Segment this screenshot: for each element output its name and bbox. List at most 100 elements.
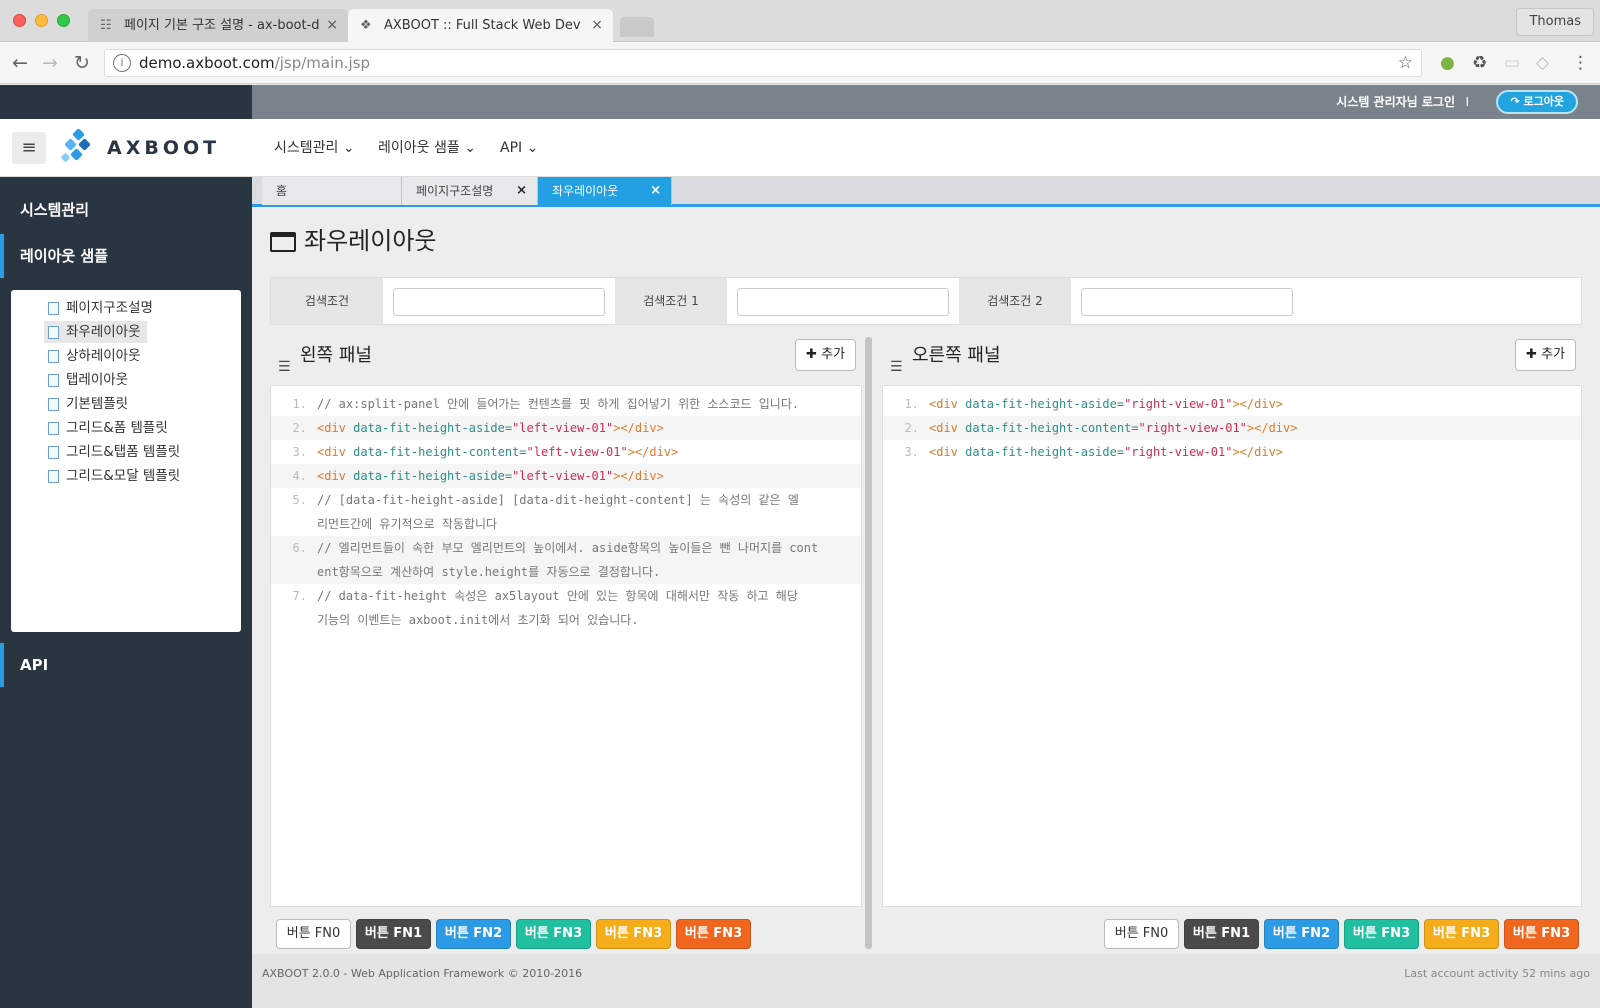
tab-lr-layout[interactable]: 좌우레이아웃 × xyxy=(538,177,672,205)
code-comment: 기능의 이벤트는 axboot.init에서 초기화 되어 있습니다. xyxy=(317,613,639,627)
page-title-text: 좌우레이아웃 xyxy=(304,227,437,255)
fn2-button[interactable]: 버튼 FN2 xyxy=(436,919,511,949)
search-input[interactable] xyxy=(393,288,605,316)
chevron-down-icon: ⌄ xyxy=(342,140,355,156)
puzzle-extension-icon[interactable]: ◇ xyxy=(1536,52,1549,74)
tree-item-lr-layout[interactable]: 좌우레이아웃 xyxy=(44,321,147,343)
forward-arrow-icon[interactable]: → xyxy=(42,52,58,74)
chevron-down-icon: ⌄ xyxy=(464,140,476,156)
android-extension-icon[interactable]: ● xyxy=(1440,52,1455,74)
fn0-button[interactable]: 버튼 FN0 xyxy=(1104,919,1179,949)
profile-button[interactable]: Thomas xyxy=(1516,8,1594,36)
code-tag: ></div> xyxy=(1246,421,1298,435)
tab-page-structure[interactable]: 페이지구조설명 × xyxy=(402,177,538,205)
code-line: 1. <div data-fit-height-aside="right-view… xyxy=(883,392,1581,416)
close-tab-icon[interactable]: × xyxy=(326,9,338,42)
info-icon[interactable]: i xyxy=(113,54,131,72)
fn3-button[interactable]: 버튼 FN3 xyxy=(1344,919,1419,949)
top-menu-api[interactable]: API ⌄ xyxy=(500,119,538,177)
tree-item-grid-tabform[interactable]: 그리드&탭폼 템플릿 xyxy=(44,441,180,463)
search-input[interactable] xyxy=(1081,288,1293,316)
code-attr: data-fit-height-aside= xyxy=(957,445,1125,459)
logo-text: AXBOOT xyxy=(107,137,221,159)
recycle-extension-icon[interactable]: ♻ xyxy=(1472,52,1487,74)
close-icon[interactable]: × xyxy=(650,177,661,205)
fn3-button[interactable]: 버튼 FN3 xyxy=(516,919,591,949)
code-line: 3. <div data-fit-height-aside="right-view… xyxy=(883,440,1581,464)
sidebar-group-system[interactable]: 시스템관리 xyxy=(0,188,252,232)
sidebar-group-layout[interactable]: 레이아웃 샘플 xyxy=(0,234,252,278)
file-icon xyxy=(48,422,59,435)
fn0-button[interactable]: 버튼 FN0 xyxy=(276,919,351,949)
bookmark-star-icon[interactable]: ☆ xyxy=(1398,50,1413,76)
hamburger-menu-icon[interactable]: ≡ xyxy=(12,132,46,164)
tree-item-tb-layout[interactable]: 상하레이아웃 xyxy=(44,345,141,367)
tree-item-label: 기본템플릿 xyxy=(66,396,129,412)
code-attr: data-fit-height-content= xyxy=(345,445,527,459)
tree-item-grid-form[interactable]: 그리드&폼 템플릿 xyxy=(44,417,168,439)
browser-tab-axboot[interactable]: ❖ AXBOOT :: Full Stack Web Dev × xyxy=(348,9,613,42)
fn3-button-yellow[interactable]: 버튼 FN3 xyxy=(1424,919,1499,949)
search-input[interactable] xyxy=(737,288,949,316)
fn3-button-orange[interactable]: 버튼 FN3 xyxy=(1504,919,1579,949)
add-button[interactable]: ✚ 추가 xyxy=(1515,339,1576,371)
url-field[interactable]: i demo.axboot.com/jsp/main.jsp ☆ xyxy=(104,49,1422,77)
tab-home[interactable]: 홈 xyxy=(262,177,402,205)
split-handle[interactable] xyxy=(865,337,872,949)
tree-item-tab-layout[interactable]: 탭레이아웃 xyxy=(44,369,128,391)
tree-item-label: 그리드&탭폼 템플릿 xyxy=(66,444,181,460)
logout-button[interactable]: ↷ 로그아웃 xyxy=(1496,90,1578,114)
menu-dots-icon[interactable]: ⋮ xyxy=(1572,52,1589,74)
tree-item-label: 상하레이아웃 xyxy=(66,348,141,364)
search-label: 검색조건 xyxy=(271,278,383,324)
tree-item-label: 좌우레이아웃 xyxy=(66,324,141,340)
book-icon: ☷ xyxy=(100,18,112,33)
maximize-window-icon[interactable] xyxy=(57,14,70,27)
panel-title: ☰ 오른쪽 패널 xyxy=(890,337,1001,375)
tree-item-basic-template[interactable]: 기본템플릿 xyxy=(44,393,128,415)
footer-copyright: AXBOOT 2.0.0 - Web Application Framework… xyxy=(262,967,583,980)
tree-item-grid-modal[interactable]: 그리드&모달 템플릿 xyxy=(44,465,180,487)
sidebar-group-api[interactable]: API xyxy=(0,643,252,687)
fn3-button-yellow[interactable]: 버튼 FN3 xyxy=(596,919,671,949)
code-line: 7. // data-fit-height 속성은 ax5layout 안에 있는… xyxy=(271,584,861,632)
close-icon[interactable]: × xyxy=(516,177,527,205)
code-block: 1. <div data-fit-height-aside="right-view… xyxy=(882,385,1582,907)
tree-item-page-structure[interactable]: 페이지구조설명 xyxy=(44,297,153,319)
file-icon xyxy=(48,350,59,363)
tree-item-label: 탭레이아웃 xyxy=(66,372,129,388)
top-menu-label: 레이아웃 샘플 xyxy=(378,140,460,156)
code-tag: <div xyxy=(929,445,958,459)
code-comment: // ax:split-panel 안에 들어가는 컨텐츠를 핏 하게 집어넣기… xyxy=(317,397,800,411)
back-arrow-icon[interactable]: ← xyxy=(12,52,28,74)
code-string: "left-view-01" xyxy=(512,469,614,483)
reload-icon[interactable]: ↻ xyxy=(74,52,90,74)
code-line: 6. // 엘리먼트들이 속한 부모 엘리먼트의 높이에서. aside항목의 높… xyxy=(271,536,861,584)
code-string: "right-view-01" xyxy=(1124,397,1233,411)
search-label: 검색조건 1 xyxy=(615,278,727,324)
browser-tab-title: AXBOOT :: Full Stack Web Dev xyxy=(384,18,581,33)
app-header: ≡ AXBOOT 시스템관리 ⌄ 레이아웃 샘플 ⌄ API ⌄ xyxy=(0,119,1600,177)
top-menu-system[interactable]: 시스템관리 ⌄ xyxy=(274,119,355,177)
fn3-button-orange[interactable]: 버튼 FN3 xyxy=(676,919,751,949)
browser-tab-docs[interactable]: ☷ 페이지 기본 구조 설명 - ax-boot-d × xyxy=(88,9,348,42)
function-buttons: 버튼 FN0 버튼 FN1 버튼 FN2 버튼 FN3 버튼 FN3 버튼 FN… xyxy=(276,919,756,949)
close-tab-icon[interactable]: × xyxy=(591,9,603,42)
fn2-button[interactable]: 버튼 FN2 xyxy=(1264,919,1339,949)
new-tab-button[interactable] xyxy=(620,17,654,37)
close-window-icon[interactable] xyxy=(13,14,26,27)
add-button[interactable]: ✚ 추가 xyxy=(795,339,856,371)
list-icon: ☰ xyxy=(890,359,903,375)
browser-tab-bar: ☷ 페이지 기본 구조 설명 - ax-boot-d × ❖ AXBOOT ::… xyxy=(0,0,1600,42)
code-string: "right-view-01" xyxy=(1138,421,1247,435)
tab-label: 좌우레이아웃 xyxy=(552,184,619,198)
top-menu-layout[interactable]: 레이아웃 샘플 ⌄ xyxy=(378,119,476,177)
search-bar: 검색조건 검색조건 1 검색조건 2 xyxy=(270,277,1582,325)
file-icon xyxy=(48,326,59,339)
cast-extension-icon[interactable]: ▭ xyxy=(1504,52,1520,74)
axboot-favicon-icon: ❖ xyxy=(360,18,372,33)
fn1-button[interactable]: 버튼 FN1 xyxy=(356,919,431,949)
minimize-window-icon[interactable] xyxy=(35,14,48,27)
line-number: 4. xyxy=(292,469,307,483)
fn1-button[interactable]: 버튼 FN1 xyxy=(1184,919,1259,949)
